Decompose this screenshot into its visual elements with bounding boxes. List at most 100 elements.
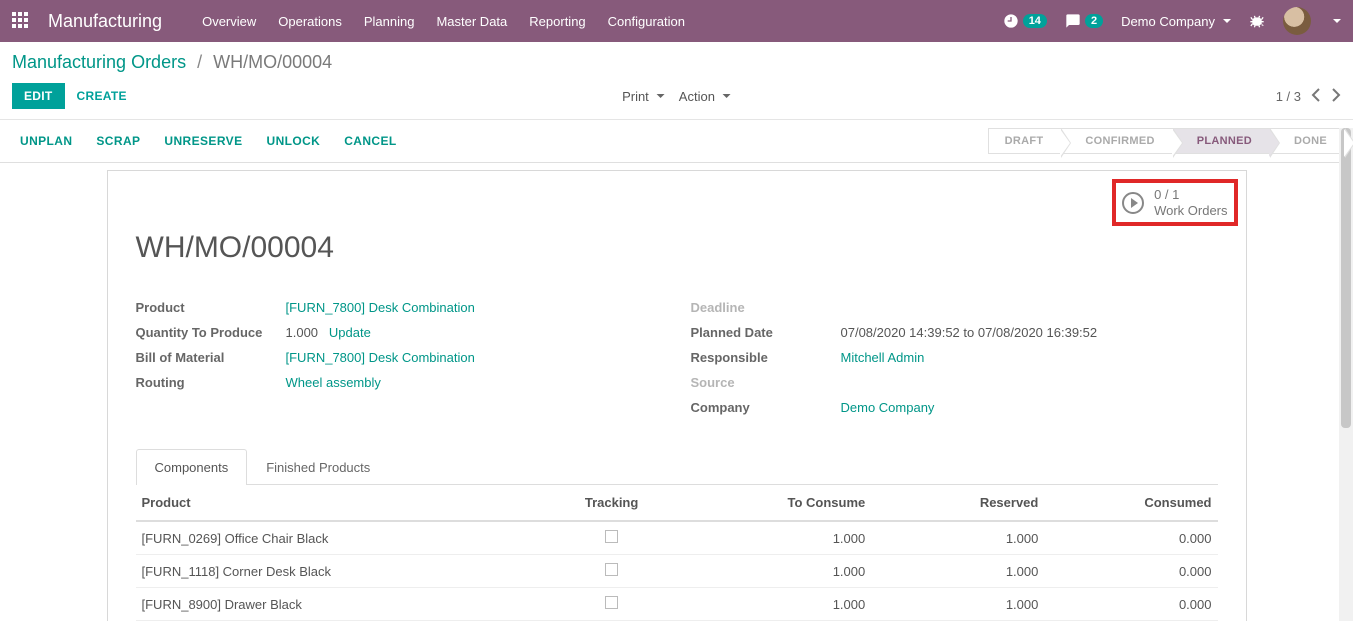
cell-reserved: 1.000 <box>871 521 1044 555</box>
table-row[interactable]: [FURN_8900] Drawer Black1.0001.0000.000 <box>136 588 1218 621</box>
nav-reporting[interactable]: Reporting <box>529 14 585 29</box>
step-confirmed[interactable]: CONFIRMED <box>1061 128 1172 154</box>
pager: 1 / 3 <box>1276 88 1341 105</box>
right-column: Deadline Planned Date 07/08/2020 14:39:5… <box>691 295 1218 420</box>
lbl-source: Source <box>691 375 841 390</box>
lbl-bom: Bill of Material <box>136 350 286 365</box>
activity-indicator[interactable]: 14 <box>1003 13 1047 29</box>
pager-prev[interactable] <box>1311 88 1321 105</box>
messages-indicator[interactable]: 2 <box>1065 13 1103 29</box>
checkbox-icon <box>605 563 618 576</box>
play-icon <box>1122 192 1144 214</box>
record-title: WH/MO/00004 <box>136 231 1218 265</box>
cell-product: [FURN_8900] Drawer Black <box>136 588 547 621</box>
nav-operations[interactable]: Operations <box>278 14 342 29</box>
cell-tracking <box>547 521 677 555</box>
lbl-planned: Planned Date <box>691 325 841 340</box>
edit-button[interactable]: EDIT <box>12 83 65 109</box>
work-orders-count: 0 / 1 <box>1154 187 1227 203</box>
cell-tracking <box>547 555 677 588</box>
lbl-deadline: Deadline <box>691 300 841 315</box>
user-avatar[interactable] <box>1283 7 1311 35</box>
lbl-responsible: Responsible <box>691 350 841 365</box>
th-reserved[interactable]: Reserved <box>871 485 1044 521</box>
checkbox-icon <box>605 530 618 543</box>
cell-reserved: 1.000 <box>871 555 1044 588</box>
lbl-qty: Quantity To Produce <box>136 325 286 340</box>
cell-product: [FURN_1118] Corner Desk Black <box>136 555 547 588</box>
cell-reserved: 1.000 <box>871 588 1044 621</box>
form-sheet: 0 / 1 Work Orders WH/MO/00004 Product [F… <box>107 170 1247 621</box>
print-dropdown[interactable]: Print <box>622 89 665 104</box>
val-qty: 1.000 <box>286 325 319 340</box>
company-switcher[interactable]: Demo Company <box>1121 14 1231 29</box>
breadcrumb-root[interactable]: Manufacturing Orders <box>12 52 186 72</box>
action-unlock[interactable]: UNLOCK <box>255 128 333 154</box>
work-orders-label: Work Orders <box>1154 203 1227 219</box>
status-bar: UNPLAN SCRAP UNRESERVE UNLOCK CANCEL DRA… <box>0 120 1353 163</box>
cell-to-consume: 1.000 <box>677 521 872 555</box>
components-table: Product Tracking To Consume Reserved Con… <box>136 485 1218 621</box>
step-planned[interactable]: PLANNED <box>1173 128 1270 154</box>
th-product[interactable]: Product <box>136 485 547 521</box>
app-brand[interactable]: Manufacturing <box>48 11 162 32</box>
th-tracking[interactable]: Tracking <box>547 485 677 521</box>
val-responsible[interactable]: Mitchell Admin <box>841 350 925 365</box>
val-product[interactable]: [FURN_7800] Desk Combination <box>286 300 475 315</box>
checkbox-icon <box>605 596 618 609</box>
val-routing[interactable]: Wheel assembly <box>286 375 381 390</box>
work-orders-stat[interactable]: 0 / 1 Work Orders <box>1112 179 1237 226</box>
lbl-product: Product <box>136 300 286 315</box>
tabs: Components Finished Products Product Tra… <box>136 448 1218 621</box>
cell-product: [FURN_0269] Office Chair Black <box>136 521 547 555</box>
nav-planning[interactable]: Planning <box>364 14 415 29</box>
nav-overview[interactable]: Overview <box>202 14 256 29</box>
update-qty-link[interactable]: Update <box>329 325 371 340</box>
table-row[interactable]: [FURN_0269] Office Chair Black 1.0001.000… <box>136 521 1218 555</box>
lbl-company: Company <box>691 400 841 415</box>
breadcrumb: Manufacturing Orders / WH/MO/00004 <box>12 52 332 73</box>
nav-menu: Overview Operations Planning Master Data… <box>202 14 1003 29</box>
cell-consumed: 0.000 <box>1044 521 1217 555</box>
cell-to-consume: 1.000 <box>677 555 872 588</box>
tab-components[interactable]: Components <box>136 449 248 485</box>
center-actions: Print Action <box>622 89 731 104</box>
nav-master-data[interactable]: Master Data <box>436 14 507 29</box>
left-column: Product [FURN_7800] Desk Combination Qua… <box>136 295 663 420</box>
activity-badge: 14 <box>1023 14 1047 28</box>
create-button[interactable]: CREATE <box>65 83 139 109</box>
step-draft[interactable]: DRAFT <box>988 128 1062 154</box>
pager-text: 1 / 3 <box>1276 89 1301 104</box>
tab-finished-products[interactable]: Finished Products <box>247 449 389 485</box>
cell-to-consume: 1.000 <box>677 588 872 621</box>
lbl-routing: Routing <box>136 375 286 390</box>
form-scroll[interactable]: 0 / 1 Work Orders WH/MO/00004 Product [F… <box>0 170 1353 621</box>
table-row[interactable]: [FURN_1118] Corner Desk Black1.0001.0000… <box>136 555 1218 588</box>
control-bar: EDIT CREATE Print Action 1 / 3 <box>0 77 1353 120</box>
status-steps: DRAFT CONFIRMED PLANNED DONE <box>988 128 1345 154</box>
vertical-scrollbar[interactable] <box>1339 128 1353 621</box>
pager-next[interactable] <box>1331 88 1341 105</box>
user-menu-caret[interactable] <box>1333 19 1341 23</box>
action-scrap[interactable]: SCRAP <box>84 128 152 154</box>
action-unplan[interactable]: UNPLAN <box>8 128 84 154</box>
nav-right: 14 2 Demo Company <box>1003 7 1341 35</box>
breadcrumb-current: WH/MO/00004 <box>213 52 332 72</box>
val-company[interactable]: Demo Company <box>841 400 935 415</box>
top-nav: Manufacturing Overview Operations Planni… <box>0 0 1353 42</box>
cell-consumed: 0.000 <box>1044 588 1217 621</box>
cell-consumed: 0.000 <box>1044 555 1217 588</box>
val-bom[interactable]: [FURN_7800] Desk Combination <box>286 350 475 365</box>
apps-icon[interactable] <box>12 12 30 30</box>
val-planned: 07/08/2020 14:39:52 to 07/08/2020 16:39:… <box>841 325 1098 340</box>
action-cancel[interactable]: CANCEL <box>332 128 408 154</box>
action-unreserve[interactable]: UNRESERVE <box>152 128 254 154</box>
step-done[interactable]: DONE <box>1270 128 1345 154</box>
th-consumed[interactable]: Consumed <box>1044 485 1217 521</box>
messages-badge: 2 <box>1085 14 1103 28</box>
debug-icon[interactable] <box>1249 13 1265 29</box>
nav-configuration[interactable]: Configuration <box>608 14 685 29</box>
th-to-consume[interactable]: To Consume <box>677 485 872 521</box>
action-dropdown[interactable]: Action <box>679 89 731 104</box>
breadcrumb-bar: Manufacturing Orders / WH/MO/00004 <box>0 42 1353 77</box>
